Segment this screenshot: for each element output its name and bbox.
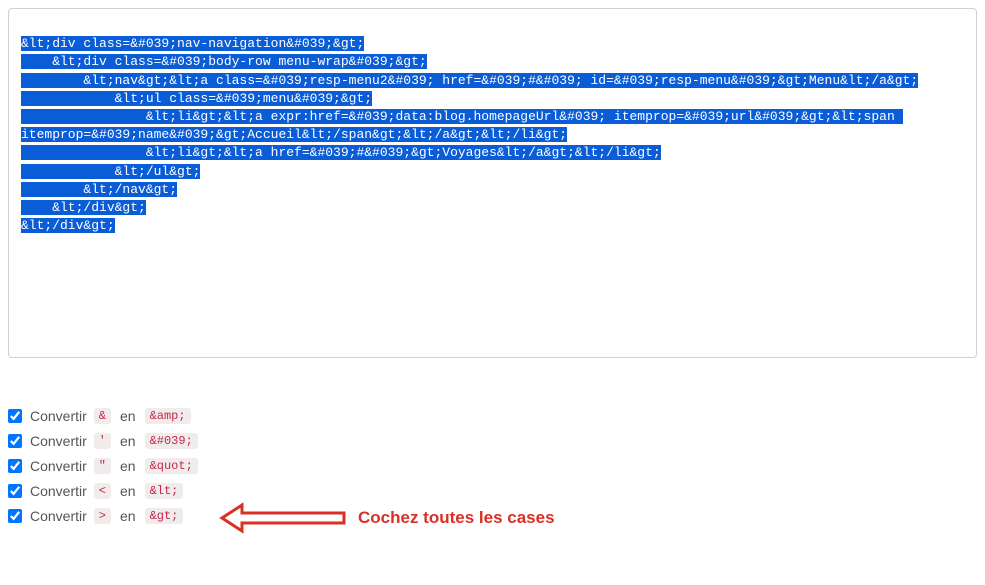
convert-label: Convertir (30, 508, 87, 524)
checkbox-quot[interactable] (8, 459, 22, 473)
to-label: en (120, 458, 136, 474)
code-line: &lt;/ul&gt; (21, 164, 200, 179)
arrow-icon (218, 501, 348, 535)
annotation: Cochez toutes les cases (218, 501, 555, 535)
code-textarea[interactable]: &lt;div class=&#039;nav-navigation&#039;… (8, 8, 977, 358)
code-line: &lt;/div&gt; (21, 218, 115, 233)
token-to: &amp; (145, 408, 191, 424)
option-row-amp: Convertir & en &amp; (8, 408, 985, 424)
annotation-text: Cochez toutes les cases (358, 508, 555, 528)
checkbox-apos[interactable] (8, 434, 22, 448)
code-line: &lt;nav&gt;&lt;a class=&#039;resp-menu2&… (21, 73, 918, 88)
code-line: &lt;div class=&#039;nav-navigation&#039;… (21, 36, 364, 51)
code-line: &lt;li&gt;&lt;a href=&#039;#&#039;&gt;Vo… (21, 145, 661, 160)
to-label: en (120, 408, 136, 424)
to-label: en (120, 508, 136, 524)
option-row-quot: Convertir " en &quot; (8, 458, 985, 474)
token-to: &gt; (145, 508, 184, 524)
token-to: &quot; (145, 458, 198, 474)
checkbox-amp[interactable] (8, 409, 22, 423)
code-line: &lt;ul class=&#039;menu&#039;&gt; (21, 91, 372, 106)
to-label: en (120, 483, 136, 499)
code-line: itemprop=&#039;name&#039;&gt;Accueil&lt;… (21, 127, 567, 142)
token-from: < (94, 483, 111, 499)
checkbox-gt[interactable] (8, 509, 22, 523)
code-line: &lt;/nav&gt; (21, 182, 177, 197)
option-row-apos: Convertir ' en &#039; (8, 433, 985, 449)
convert-label: Convertir (30, 483, 87, 499)
code-line: &lt;li&gt;&lt;a expr:href=&#039;data:blo… (21, 109, 903, 124)
token-from: " (94, 458, 111, 474)
token-from: > (94, 508, 111, 524)
convert-label: Convertir (30, 408, 87, 424)
token-to: &#039; (145, 433, 198, 449)
checkbox-lt[interactable] (8, 484, 22, 498)
to-label: en (120, 433, 136, 449)
code-line: &lt;/div&gt; (21, 200, 146, 215)
option-row-lt: Convertir < en &lt; (8, 483, 985, 499)
token-from: & (94, 408, 111, 424)
convert-label: Convertir (30, 433, 87, 449)
token-from: ' (94, 433, 111, 449)
convert-label: Convertir (30, 458, 87, 474)
code-line: &lt;div class=&#039;body-row menu-wrap&#… (21, 54, 427, 69)
token-to: &lt; (145, 483, 184, 499)
